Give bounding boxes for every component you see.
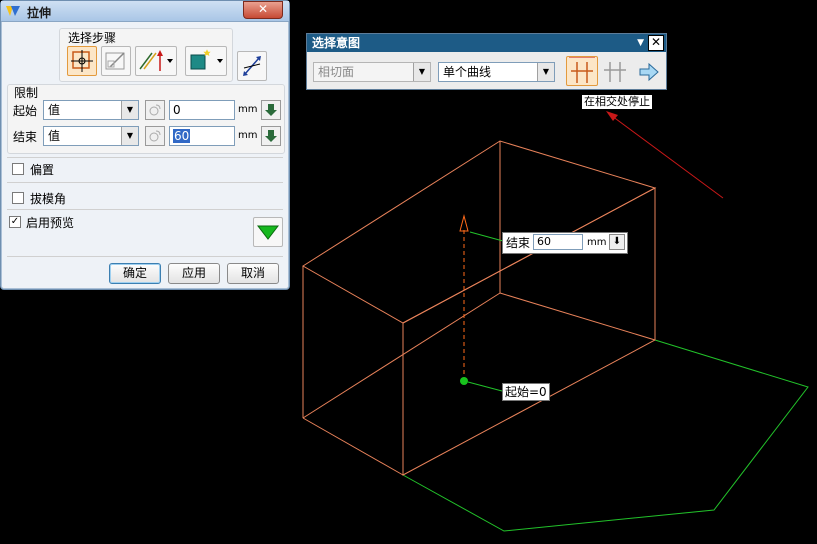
intent-title: 选择意图 bbox=[312, 36, 361, 50]
end-unit-label: mm bbox=[238, 130, 258, 141]
arrow-down-icon bbox=[265, 130, 277, 142]
arrow-right-icon bbox=[639, 62, 659, 82]
end-value-callout[interactable]: 结束 60 mm ⬇ bbox=[502, 232, 628, 254]
offset-checkbox[interactable] bbox=[12, 163, 24, 175]
start-label: 起始 bbox=[13, 104, 38, 118]
end-callout-label: 结束 bbox=[506, 236, 531, 250]
end-distance-value: 60 bbox=[173, 129, 191, 143]
annotation-arrow bbox=[606, 111, 724, 199]
curve-rule-value: 单个曲线 bbox=[443, 65, 492, 79]
intent-titlebar[interactable]: 选择意图 ▼ ✕ bbox=[307, 34, 666, 52]
end-limit-value: 值 bbox=[48, 129, 61, 143]
toolbar-options-icon[interactable]: ▼ bbox=[637, 34, 644, 52]
offset-label: 偏置 bbox=[30, 163, 55, 177]
point-snap-icon bbox=[149, 130, 161, 142]
start-menu-button[interactable] bbox=[261, 100, 281, 120]
curve-rule-select[interactable]: 单个曲线 ▼ bbox=[438, 62, 555, 82]
end-menu-button[interactable] bbox=[261, 126, 281, 146]
follow-fillet-button[interactable] bbox=[600, 56, 630, 86]
face-rule-value: 相切面 bbox=[318, 65, 355, 79]
start-limit-value: 值 bbox=[48, 103, 61, 117]
chevron-down-icon: ▼ bbox=[537, 63, 554, 81]
cancel-button[interactable]: 取消 bbox=[227, 263, 279, 284]
divider bbox=[7, 256, 283, 257]
end-callout-input[interactable]: 60 bbox=[533, 234, 583, 250]
apply-button[interactable]: 应用 bbox=[168, 263, 220, 284]
end-label: 结束 bbox=[13, 130, 38, 144]
end-snap-button[interactable] bbox=[145, 126, 165, 146]
end-callout-unit: mm bbox=[587, 237, 607, 248]
draft-checkbox[interactable] bbox=[12, 192, 24, 204]
chevron-down-icon: ▼ bbox=[121, 101, 138, 119]
end-callout-menu-button[interactable]: ⬇ bbox=[609, 234, 625, 250]
end-distance-input[interactable]: 60 bbox=[169, 126, 235, 146]
intent-tooltip: 在相交处停止 bbox=[581, 94, 653, 110]
stop-at-intersection-icon bbox=[569, 54, 595, 83]
next-arrow-button[interactable] bbox=[637, 60, 661, 84]
section-step-button[interactable] bbox=[67, 46, 97, 76]
start-handle bbox=[460, 377, 468, 385]
start-value-callout[interactable]: 起始=0 bbox=[502, 383, 550, 401]
reverse-direction-icon bbox=[243, 56, 261, 76]
start-distance-input[interactable]: 0 bbox=[169, 100, 235, 120]
ok-button[interactable]: 确定 bbox=[109, 263, 161, 284]
extrude-dialog: 拉伸 ✕ 选择步骤 限制 起始 值 ▼ 0 mm 结束 值 ▼ 60 mm 偏置… bbox=[0, 0, 290, 290]
limits-label: 限制 bbox=[14, 86, 39, 100]
preview-checkbox[interactable]: ✓ bbox=[9, 216, 21, 228]
sketch-icon bbox=[105, 52, 125, 70]
app-logo-icon bbox=[6, 6, 20, 16]
divider bbox=[7, 209, 283, 210]
stop-at-intersection-button[interactable] bbox=[566, 54, 598, 86]
dialog-close-button[interactable]: ✕ bbox=[243, 1, 283, 19]
expand-preview-button[interactable] bbox=[253, 217, 283, 247]
boolean-dropdown-button[interactable] bbox=[185, 46, 227, 76]
intent-close-button[interactable]: ✕ bbox=[648, 35, 664, 51]
extrude-preview-body bbox=[302, 140, 657, 476]
direction-vector[interactable] bbox=[459, 214, 504, 392]
reverse-direction-button[interactable] bbox=[237, 51, 267, 81]
triangle-down-icon bbox=[256, 225, 280, 240]
chevron-down-icon: ▼ bbox=[413, 63, 430, 81]
selection-intent-toolbar: 选择意图 ▼ ✕ 相切面 ▼ 单个曲线 ▼ bbox=[306, 33, 667, 90]
follow-fillet-icon bbox=[604, 62, 626, 82]
boolean-body-icon bbox=[190, 49, 223, 70]
divider bbox=[7, 157, 283, 158]
preview-label: 启用预览 bbox=[26, 216, 75, 230]
dialog-titlebar[interactable]: 拉伸 ✕ bbox=[1, 1, 289, 22]
vector-direction-icon bbox=[139, 50, 173, 71]
arrow-down-icon bbox=[265, 104, 277, 116]
dialog-title: 拉伸 bbox=[27, 6, 52, 20]
section-curve[interactable] bbox=[402, 339, 809, 532]
direction-dropdown-button[interactable] bbox=[135, 46, 177, 76]
chevron-down-icon: ▼ bbox=[121, 127, 138, 145]
end-limit-select[interactable]: 值 ▼ bbox=[43, 126, 139, 146]
start-unit-label: mm bbox=[238, 104, 258, 115]
sketch-section-button[interactable] bbox=[101, 46, 131, 76]
draft-label: 拔模角 bbox=[30, 192, 67, 206]
start-snap-button[interactable] bbox=[145, 100, 165, 120]
start-limit-select[interactable]: 值 ▼ bbox=[43, 100, 139, 120]
selection-steps-label: 选择步骤 bbox=[68, 31, 117, 45]
face-rule-select[interactable]: 相切面 ▼ bbox=[313, 62, 431, 82]
point-snap-icon bbox=[149, 104, 161, 116]
section-select-icon bbox=[71, 50, 93, 72]
divider bbox=[7, 182, 283, 183]
